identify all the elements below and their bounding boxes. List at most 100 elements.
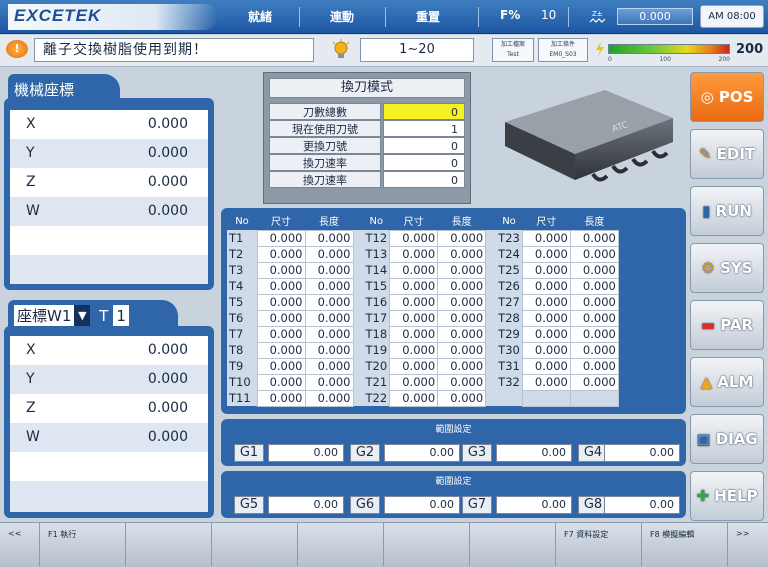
tool-length[interactable]: 0.000 — [569, 357, 619, 375]
f5-button[interactable] — [384, 523, 470, 566]
tool-size[interactable]: 0.000 — [256, 389, 306, 407]
prev-page-button[interactable]: << — [0, 523, 40, 566]
machine-coord-row-w: W 0.000 — [10, 197, 208, 226]
g8-value[interactable]: 0.00 — [604, 496, 680, 514]
tool-length[interactable]: 0.000 — [437, 389, 487, 407]
tool-length — [569, 389, 619, 407]
tool-length[interactable]: 0.000 — [569, 229, 619, 247]
coord-system-select[interactable]: 座標W1 — [14, 305, 75, 327]
tool-size[interactable]: 0.000 — [521, 293, 571, 311]
pos-button[interactable]: ◎ POS — [690, 72, 764, 122]
next-page-button[interactable]: >> — [728, 523, 768, 566]
sys-button[interactable]: ⚙ SYS — [690, 243, 764, 293]
g6-value[interactable]: 0.00 — [384, 496, 460, 514]
diag-button[interactable]: ▣ DIAG — [690, 414, 764, 464]
tool-size[interactable]: 0.000 — [256, 341, 306, 359]
g1-value[interactable]: 0.00 — [268, 444, 344, 462]
tool-length[interactable]: 0.000 — [304, 357, 354, 375]
tool-size[interactable]: 0.000 — [521, 245, 571, 263]
tool-length[interactable]: 0.000 — [569, 309, 619, 327]
g3-value[interactable]: 0.00 — [496, 444, 572, 462]
tool-length[interactable]: 0.000 — [437, 373, 487, 391]
tool-size[interactable]: 0.000 — [389, 229, 439, 247]
program-range[interactable]: 1~20 — [360, 38, 474, 62]
tool-length[interactable]: 0.000 — [304, 261, 354, 279]
tool-length[interactable]: 0.000 — [304, 293, 354, 311]
tool-size[interactable]: 0.000 — [389, 389, 439, 407]
tool-size[interactable]: 0.000 — [389, 325, 439, 343]
tool-size[interactable]: 0.000 — [256, 293, 306, 311]
tool-length[interactable]: 0.000 — [304, 245, 354, 263]
tool-length[interactable]: 0.000 — [304, 341, 354, 359]
chevron-down-icon[interactable]: ▼ — [74, 305, 91, 327]
tool-size[interactable]: 0.000 — [389, 245, 439, 263]
tool-size[interactable]: 0.000 — [256, 245, 306, 263]
tool-size[interactable]: 0.000 — [521, 277, 571, 295]
tool-size[interactable]: 0.000 — [389, 277, 439, 295]
tool-length[interactable]: 0.000 — [437, 309, 487, 327]
tool-length[interactable]: 0.000 — [569, 277, 619, 295]
g7-value[interactable]: 0.00 — [496, 496, 572, 514]
tool-size[interactable]: 0.000 — [521, 357, 571, 375]
tool-length[interactable]: 0.000 — [437, 245, 487, 263]
g2-value[interactable]: 0.00 — [384, 444, 460, 462]
tool-size[interactable]: 0.000 — [389, 261, 439, 279]
tool-size[interactable]: 0.000 — [256, 373, 306, 391]
edit-button[interactable]: ✎ EDIT — [690, 129, 764, 179]
tool-size[interactable]: 0.000 — [389, 373, 439, 391]
tool-length[interactable]: 0.000 — [569, 293, 619, 311]
g4-value[interactable]: 0.00 — [604, 444, 680, 462]
tool-length[interactable]: 0.000 — [569, 245, 619, 263]
tool-length[interactable]: 0.000 — [437, 357, 487, 375]
f2-button[interactable] — [126, 523, 212, 566]
alm-button[interactable]: ▲ ALM — [690, 357, 764, 407]
tool-length[interactable]: 0.000 — [569, 325, 619, 343]
g5-label: G5 — [234, 496, 264, 514]
g5-value[interactable]: 0.00 — [268, 496, 344, 514]
run-button[interactable]: ▮ RUN — [690, 186, 764, 236]
tool-length[interactable]: 0.000 — [437, 277, 487, 295]
tool-number-field[interactable]: 1 — [113, 305, 130, 327]
tool-size[interactable]: 0.000 — [389, 357, 439, 375]
atc-row-rate: 換刀速率 0 — [269, 154, 465, 171]
f7-data-settings-button[interactable]: F7 資料設定 — [556, 523, 642, 566]
tool-size[interactable]: 0.000 — [521, 309, 571, 327]
tool-size[interactable]: 0.000 — [521, 325, 571, 343]
help-button[interactable]: ✚ HELP — [690, 471, 764, 521]
tool-size[interactable]: 0.000 — [389, 309, 439, 327]
tool-length[interactable]: 0.000 — [304, 373, 354, 391]
tool-size[interactable]: 0.000 — [521, 261, 571, 279]
tool-length[interactable]: 0.000 — [569, 341, 619, 359]
f3-button[interactable] — [212, 523, 298, 566]
tool-size[interactable]: 0.000 — [521, 341, 571, 359]
tool-length[interactable]: 0.000 — [437, 293, 487, 311]
g2-label: G2 — [350, 444, 380, 462]
tool-length[interactable]: 0.000 — [569, 373, 619, 391]
warning-icon[interactable]: ! — [6, 40, 28, 58]
tool-size[interactable]: 0.000 — [256, 229, 306, 247]
par-button[interactable]: ▬ PAR — [690, 300, 764, 350]
tool-length[interactable]: 0.000 — [437, 341, 487, 359]
tool-size[interactable]: 0.000 — [256, 277, 306, 295]
f6-button[interactable] — [470, 523, 556, 566]
tool-size[interactable]: 0.000 — [256, 309, 306, 327]
tool-length[interactable]: 0.000 — [304, 325, 354, 343]
f1-execute-button[interactable]: F1 執行 — [40, 523, 126, 566]
f4-button[interactable] — [298, 523, 384, 566]
tool-length[interactable]: 0.000 — [304, 389, 354, 407]
tool-size[interactable]: 0.000 — [389, 341, 439, 359]
f8-simulation-button[interactable]: F8 模擬編輯 — [642, 523, 728, 566]
tool-length[interactable]: 0.000 — [304, 309, 354, 327]
tool-size[interactable]: 0.000 — [256, 261, 306, 279]
tool-size[interactable]: 0.000 — [256, 325, 306, 343]
tool-length[interactable]: 0.000 — [437, 261, 487, 279]
tool-length[interactable]: 0.000 — [437, 229, 487, 247]
tool-length[interactable]: 0.000 — [304, 277, 354, 295]
tool-size[interactable]: 0.000 — [521, 373, 571, 391]
tool-size[interactable]: 0.000 — [521, 229, 571, 247]
tool-length[interactable]: 0.000 — [437, 325, 487, 343]
tool-length[interactable]: 0.000 — [569, 261, 619, 279]
tool-length[interactable]: 0.000 — [304, 229, 354, 247]
tool-size[interactable]: 0.000 — [389, 293, 439, 311]
tool-size[interactable]: 0.000 — [256, 357, 306, 375]
